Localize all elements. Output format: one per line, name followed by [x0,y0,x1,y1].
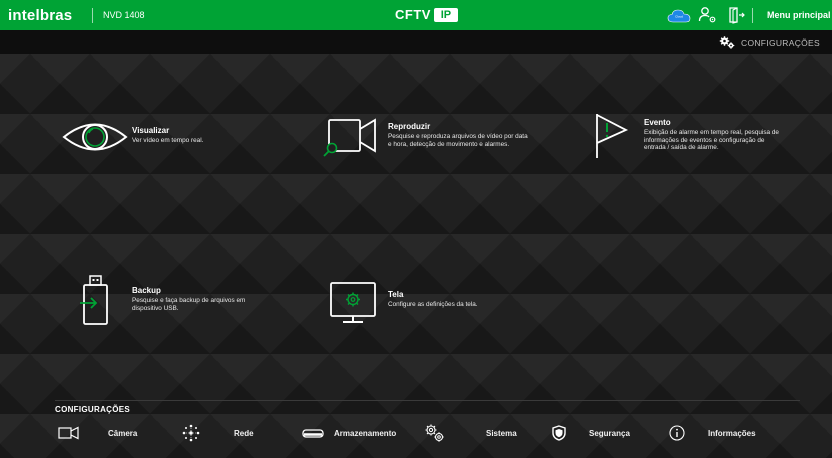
config-item-camera[interactable]: Câmera [58,422,137,444]
tile-title: Reproduzir [388,122,431,131]
tile-description-line: Pesquise e faça backup de arquivos em [132,297,246,304]
config-item-label: Segurança [589,428,630,438]
gears-icon [719,36,735,49]
tile-description: Ver vídeo em tempo real. [132,137,204,144]
svg-text:Cloud: Cloud [675,15,683,19]
top-bar: intelbras NVD 1408 CFTV IP Cloud Menu pr… [0,0,832,30]
brand-logo: intelbras [8,7,73,24]
tile-evento[interactable]: Evento Exibição de alarme em tempo real,… [592,112,822,160]
tile-backup[interactable]: Backup Pesquise e faça backup de arquivo… [78,272,278,328]
usb-backup-icon [80,275,108,325]
config-item-label: Câmera [108,428,138,438]
settings-label: CONFIGURAÇÕES [741,37,820,48]
tile-description-line: informações de eventos e configuração de [644,136,765,144]
eye-icon [62,123,128,151]
config-item-info[interactable]: Informações [669,422,756,444]
alarm-flag-icon [596,114,629,158]
storage-icon [302,429,324,438]
ip-badge: IP [433,7,458,22]
tile-description: Configure as definições da tela. [388,301,478,308]
shield-icon [552,425,566,441]
user-settings-icon[interactable] [698,6,718,24]
settings-shortcut[interactable]: CONFIGURAÇÕES [719,36,820,49]
tile-title: Tela [388,290,404,299]
info-icon [669,425,685,441]
monitor-icon [330,282,376,323]
tile-description-line: Pesquise e reproduza arquivos de vídeo p… [388,133,528,140]
config-item-network[interactable]: Rede [182,422,254,444]
main-menu-button[interactable]: Menu principal [767,10,831,20]
tile-title: Evento [644,118,671,127]
config-item-label: Armazenamento [334,428,397,438]
cftv-ip-logo: CFTV IP [395,7,458,22]
config-item-label: Rede [234,428,254,438]
camera-icon [58,426,79,440]
tile-description-line: Exibição de alarme em tempo real, pesqui… [644,129,779,136]
device-model: NVD 1408 [103,10,145,20]
config-item-label: Sistema [486,428,517,438]
config-item-security[interactable]: Segurança [552,422,630,444]
logout-icon[interactable] [726,6,746,24]
network-icon [182,424,200,442]
tile-reproduzir[interactable]: Reproduzir Pesquise e reproduza arquivos… [322,116,562,158]
sub-bar: CONFIGURAÇÕES [0,30,832,54]
gears-icon [425,424,444,442]
playback-camera-icon [323,118,376,157]
config-item-label: Informações [708,428,756,438]
tile-visualizar[interactable]: Visualizar Ver vídeo em tempo real. [62,116,232,158]
divider [55,400,800,401]
configurations-title: CONFIGURAÇÕES [55,405,131,414]
tile-tela[interactable]: Tela Configure as definições da tela. [328,280,528,326]
tile-description-line: dispositivo USB. [132,304,179,312]
tile-title: Visualizar [132,126,170,135]
cloud-icon[interactable]: Cloud [667,8,691,23]
divider [752,8,753,23]
tile-description-line: e hora, detecção de movimento e alarmes. [388,140,510,148]
config-item-system[interactable]: Sistema [424,422,517,444]
config-item-storage[interactable]: Armazenamento [302,422,396,444]
tile-description-line: entrada / saída de alarme. [644,144,719,151]
tile-title: Backup [132,286,161,295]
divider [92,8,93,23]
cftv-label: CFTV [395,7,431,22]
